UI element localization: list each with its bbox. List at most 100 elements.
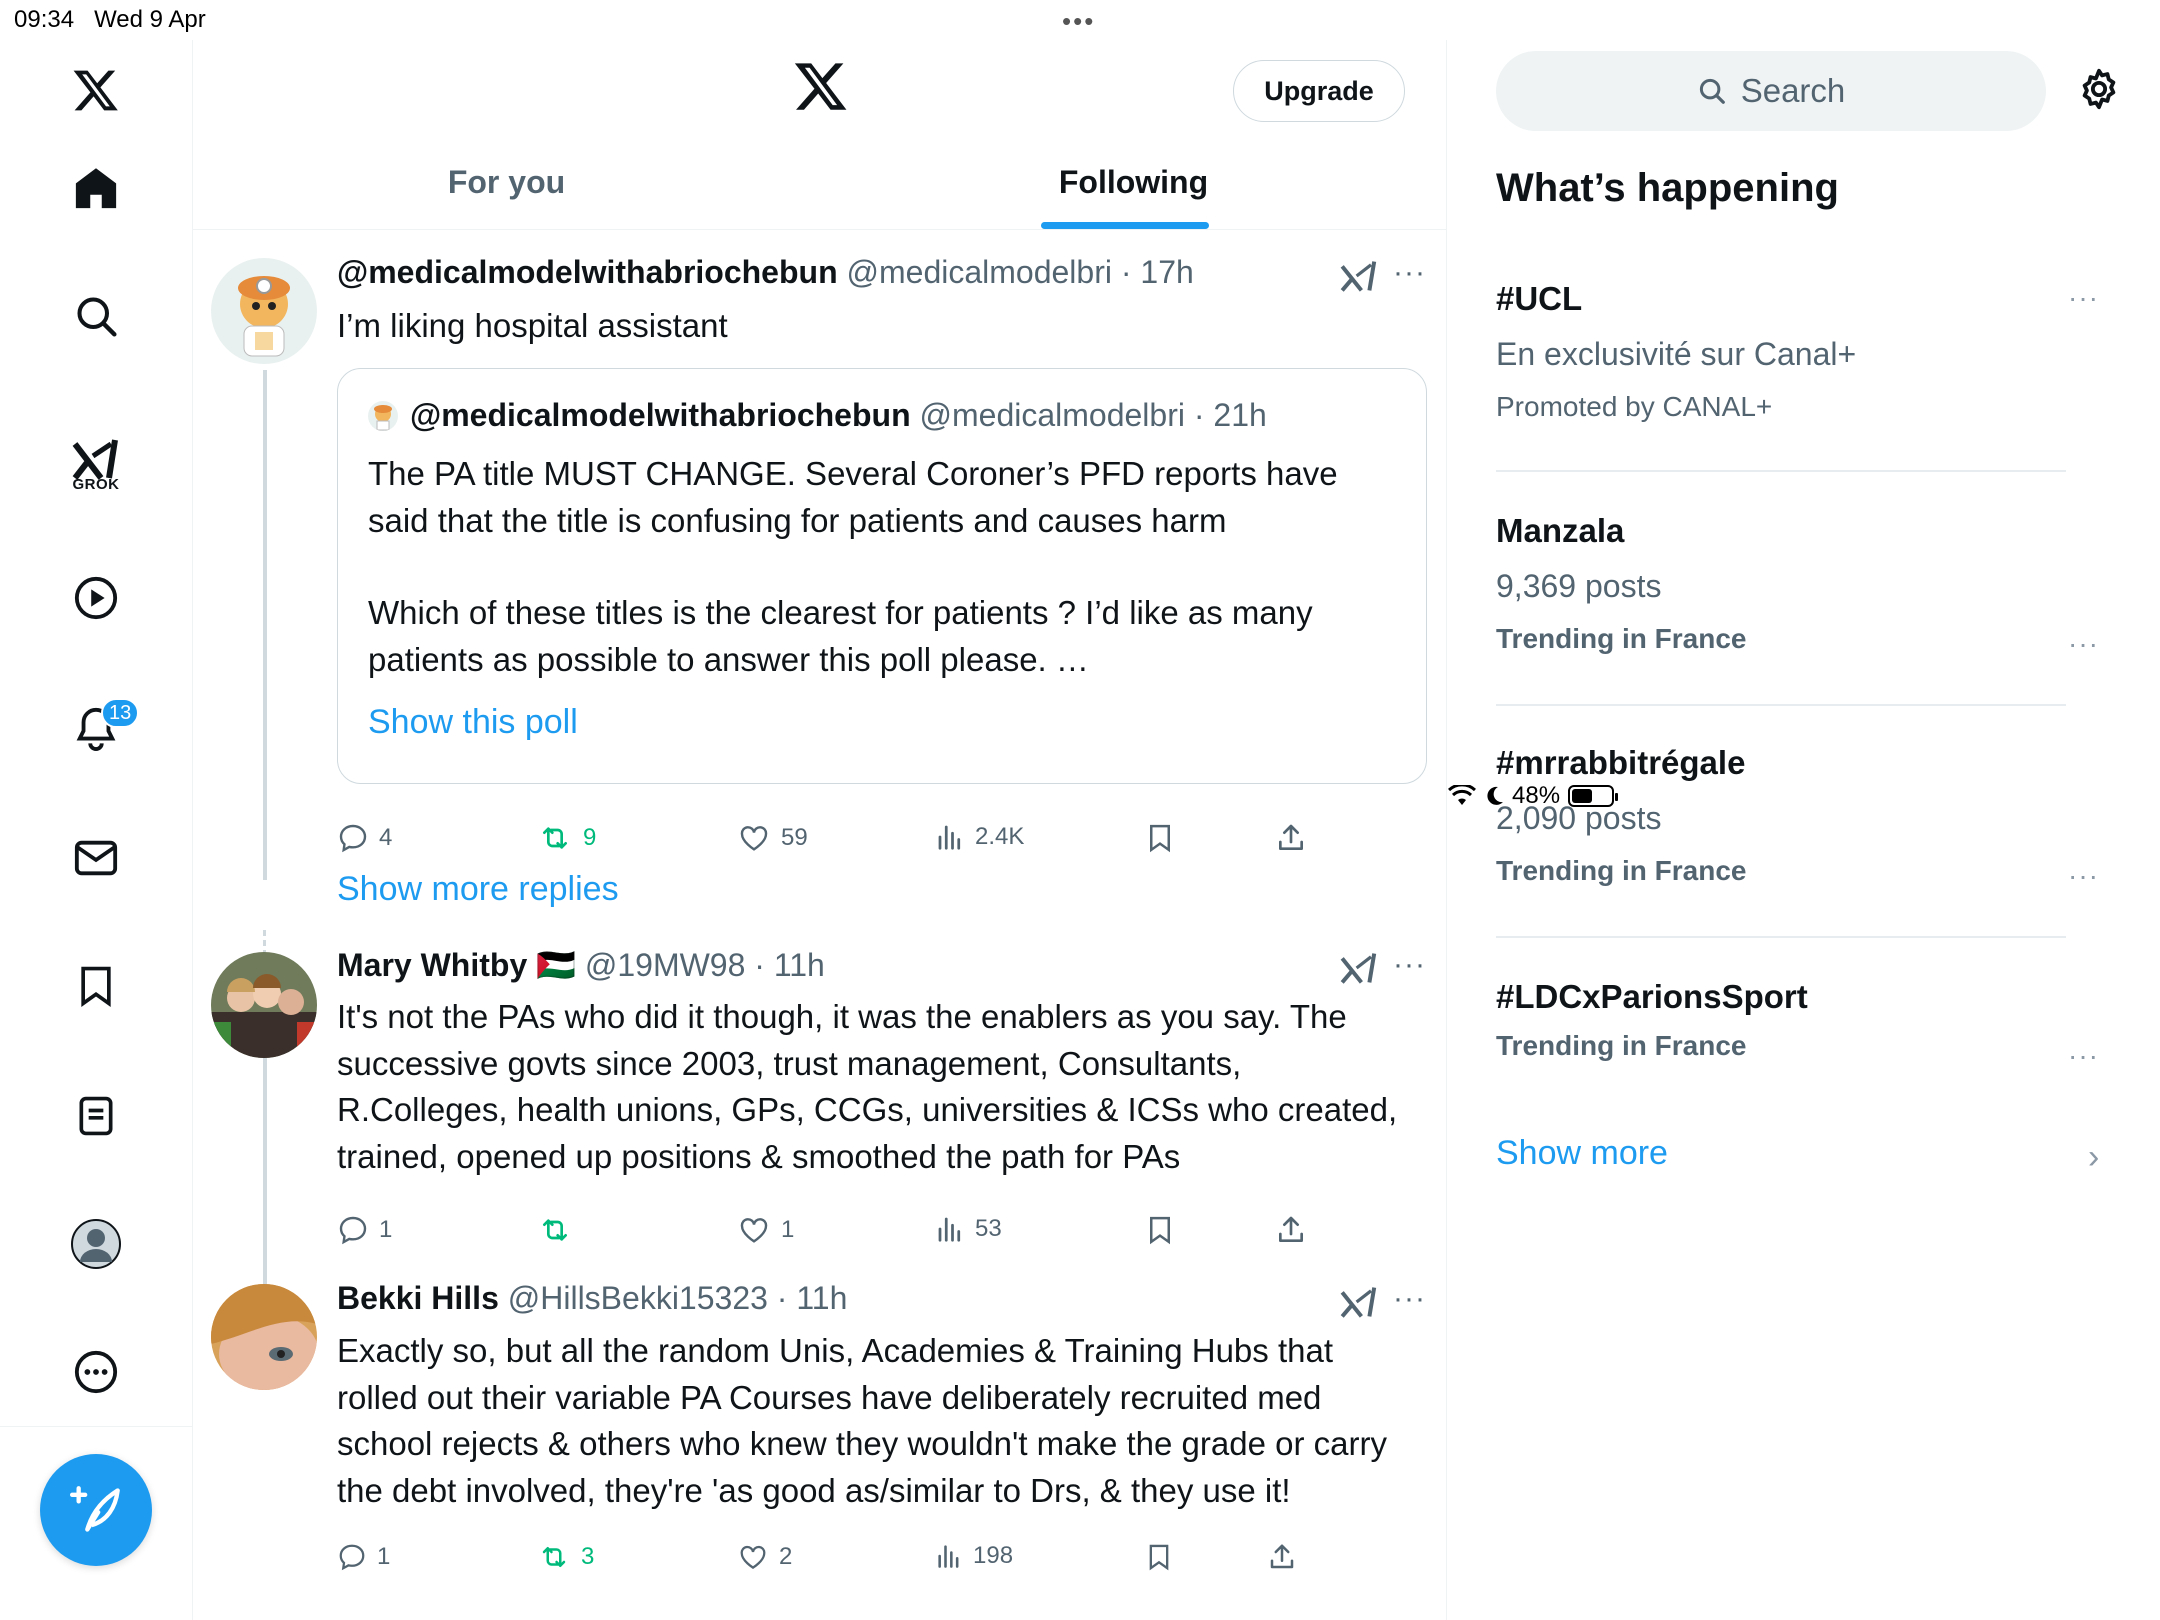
trend-item[interactable]: Manzala 9,369 posts Trending in France bbox=[1496, 512, 2066, 655]
tweet-time[interactable]: 17h bbox=[1140, 254, 1193, 290]
more-options-icon[interactable]: ··· bbox=[1393, 1282, 1426, 1316]
flag-emoji: 🇵🇸 bbox=[536, 947, 576, 983]
tweet-time[interactable]: 11h bbox=[796, 1280, 847, 1316]
tweet-actions: 4 9 59 2.4K bbox=[337, 822, 1397, 866]
search-icon bbox=[1699, 78, 1725, 104]
divider bbox=[1496, 470, 2066, 472]
trend-more-icon[interactable]: ··· bbox=[2068, 282, 2099, 314]
bookmark-button[interactable] bbox=[1145, 1542, 1173, 1572]
more-options-icon[interactable]: ··· bbox=[1393, 256, 1426, 290]
retweet-button[interactable] bbox=[537, 1214, 583, 1246]
share-button[interactable] bbox=[1275, 822, 1307, 854]
tweet-time[interactable]: 11h bbox=[774, 947, 825, 983]
author-name[interactable]: @medicalmodelwithabriochebun bbox=[337, 254, 838, 290]
search-input[interactable]: Search bbox=[1496, 51, 2046, 131]
like-button[interactable]: 1 bbox=[737, 1214, 794, 1246]
share-icon bbox=[1279, 824, 1303, 850]
search-icon[interactable] bbox=[56, 276, 136, 356]
home-icon[interactable] bbox=[56, 148, 136, 228]
heart-icon bbox=[740, 1545, 766, 1569]
retweet-button[interactable]: 3 bbox=[537, 1542, 594, 1572]
compose-button[interactable] bbox=[40, 1454, 152, 1566]
views-icon bbox=[938, 1545, 959, 1568]
retweet-icon bbox=[542, 1547, 566, 1567]
whats-happening-title: What’s happening bbox=[1496, 166, 1839, 210]
quote-header: @medicalmodelwithabriochebun @medicalmod… bbox=[368, 397, 1267, 434]
share-button[interactable] bbox=[1275, 1214, 1307, 1246]
show-poll-link[interactable]: Show this poll bbox=[368, 703, 578, 742]
profile-avatar[interactable] bbox=[56, 1204, 136, 1284]
more-options-icon[interactable]: ··· bbox=[1393, 948, 1426, 982]
tab-following[interactable]: Following bbox=[820, 140, 1446, 230]
bookmark-icon[interactable] bbox=[56, 946, 136, 1026]
views-button[interactable]: 53 bbox=[935, 1214, 1002, 1244]
show-more-replies-link[interactable]: Show more replies bbox=[337, 870, 619, 909]
heart-icon bbox=[740, 826, 768, 851]
avatar[interactable] bbox=[211, 1284, 317, 1390]
multitasking-dots-icon[interactable]: ••• bbox=[1062, 6, 1095, 37]
reply-button[interactable]: 1 bbox=[337, 1214, 392, 1246]
reply-icon bbox=[339, 1216, 367, 1245]
reply-button[interactable]: 4 bbox=[337, 822, 392, 854]
more-icon[interactable] bbox=[56, 1332, 136, 1412]
timeline-header: Upgrade For you Following bbox=[193, 40, 1446, 230]
bookmark-icon bbox=[1150, 1216, 1170, 1245]
grok-icon[interactable] bbox=[1339, 256, 1379, 296]
trend-item[interactable]: #LDCxParionsSport Trending in France bbox=[1496, 978, 2066, 1062]
avatar[interactable] bbox=[211, 952, 317, 1058]
tweet-actions: 1 3 2 198 bbox=[337, 1542, 1397, 1586]
share-icon bbox=[1279, 1216, 1303, 1242]
reply-button[interactable]: 1 bbox=[337, 1542, 390, 1572]
mail-icon[interactable] bbox=[56, 818, 136, 898]
active-tab-indicator bbox=[1041, 222, 1209, 229]
left-nav: GROK 13 bbox=[0, 40, 193, 1620]
tweet-text: It's not the PAs who did it though, it w… bbox=[337, 998, 1398, 1175]
grok-icon[interactable] bbox=[1339, 948, 1379, 988]
tweet-text: Exactly so, but all the random Unis, Aca… bbox=[337, 1332, 1387, 1509]
play-icon[interactable] bbox=[56, 558, 136, 638]
trend-more-icon[interactable]: ··· bbox=[2068, 1040, 2099, 1072]
retweet-button[interactable]: 9 bbox=[537, 822, 596, 854]
settings-gear-icon[interactable] bbox=[2076, 66, 2122, 117]
status-time: 09:34 Wed 9 Apr bbox=[14, 6, 206, 33]
right-sidebar: Search What’s happening #UCL En exclusiv… bbox=[1448, 40, 2160, 1620]
show-more-link[interactable]: Show more bbox=[1496, 1134, 1668, 1173]
grok-label: GROK bbox=[72, 476, 120, 493]
tweet-text: I’m liking hospital assistant bbox=[337, 307, 728, 344]
trend-more-icon[interactable]: ··· bbox=[2068, 860, 2099, 892]
x-logo-icon[interactable] bbox=[793, 58, 849, 119]
trend-item[interactable]: #UCL En exclusivité sur Canal+ Promoted … bbox=[1496, 280, 2066, 423]
grok-icon[interactable] bbox=[1339, 1282, 1379, 1322]
reply-icon bbox=[339, 824, 367, 853]
share-icon bbox=[1270, 1544, 1294, 1569]
status-bar: 09:34 Wed 9 Apr ••• 48% bbox=[0, 0, 2160, 809]
author-name[interactable]: Mary Whitby bbox=[337, 947, 527, 983]
like-button[interactable]: 2 bbox=[737, 1542, 792, 1572]
x-logo-icon[interactable] bbox=[56, 50, 136, 130]
bookmark-button[interactable] bbox=[1145, 1214, 1175, 1246]
tab-for-you[interactable]: For you bbox=[193, 140, 820, 230]
avatar[interactable] bbox=[211, 258, 317, 364]
tweet-header: Bekki Hills @HillsBekki15323 · 11h bbox=[337, 1280, 848, 1316]
timeline: Upgrade For you Following @medicalmodelw… bbox=[193, 40, 1447, 1620]
views-icon bbox=[938, 825, 961, 850]
like-button[interactable]: 59 bbox=[737, 822, 808, 854]
author-handle[interactable]: @19MW98 bbox=[585, 947, 746, 983]
bookmark-icon bbox=[1149, 1544, 1169, 1571]
author-handle[interactable]: @HillsBekki15323 bbox=[508, 1280, 768, 1316]
author-handle[interactable]: @medicalmodelbri bbox=[847, 254, 1112, 290]
author-name[interactable]: Bekki Hills bbox=[337, 1280, 499, 1316]
trend-item[interactable]: #mrrabbitrégale 2,090 posts Trending in … bbox=[1496, 744, 2066, 887]
views-button[interactable]: 198 bbox=[935, 1542, 1013, 1570]
upgrade-button[interactable]: Upgrade bbox=[1233, 60, 1405, 122]
trend-more-icon[interactable]: ··· bbox=[2068, 628, 2099, 660]
notifications-bell-icon[interactable]: 13 bbox=[56, 688, 140, 768]
compose-icon bbox=[70, 1486, 120, 1532]
quoted-tweet[interactable]: @medicalmodelwithabriochebun @medicalmod… bbox=[337, 368, 1427, 784]
views-button[interactable]: 2.4K bbox=[935, 822, 1024, 852]
grok-icon[interactable]: GROK bbox=[56, 420, 136, 500]
retweet-icon bbox=[543, 827, 567, 849]
share-button[interactable] bbox=[1267, 1542, 1297, 1572]
list-icon[interactable] bbox=[56, 1076, 136, 1156]
bookmark-button[interactable] bbox=[1145, 822, 1175, 854]
